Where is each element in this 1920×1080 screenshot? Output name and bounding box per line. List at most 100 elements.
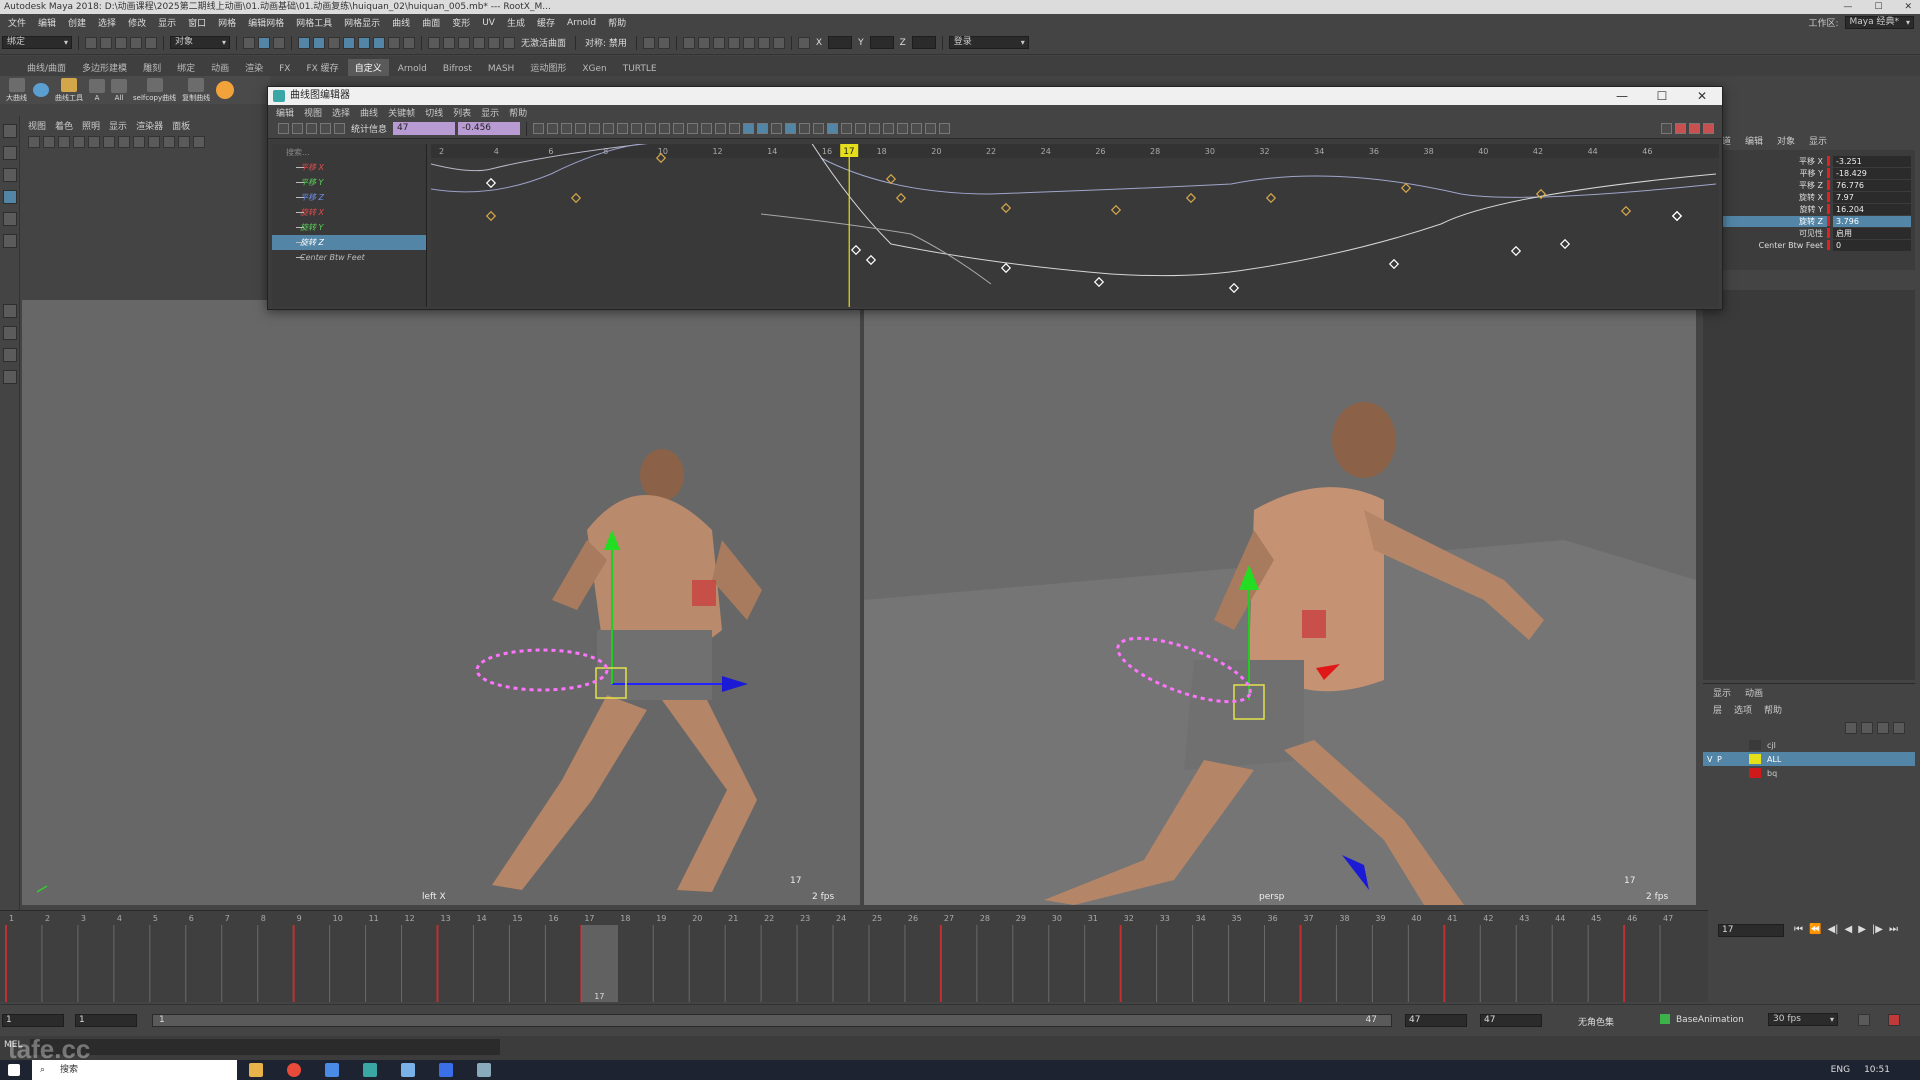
render-settings-icon[interactable] — [727, 36, 740, 49]
rotate-tool-icon[interactable] — [2, 212, 17, 226]
animation-start-field[interactable]: 1 — [2, 1014, 64, 1027]
channel-value-field[interactable]: 16.204 — [1833, 203, 1911, 215]
motion-trail[interactable] — [475, 648, 609, 692]
taskbar-search[interactable]: ⌕ 搜索 — [32, 1060, 237, 1080]
wireframe-icon[interactable] — [103, 136, 115, 148]
menu-surfaces[interactable]: 曲面 — [416, 16, 446, 29]
move-tool-icon[interactable] — [2, 190, 17, 204]
keyframe-marker[interactable] — [1559, 238, 1571, 250]
pre-infinity-icon[interactable] — [813, 123, 825, 134]
object-mode-icon[interactable] — [258, 36, 270, 49]
animation-end-field[interactable]: 47 — [1480, 1014, 1542, 1027]
layer-visibility-toggle[interactable]: V — [1703, 755, 1717, 764]
redo-icon[interactable] — [145, 36, 157, 49]
two-view-icon[interactable] — [2, 348, 17, 362]
ge-menu-view[interactable]: 视图 — [304, 106, 322, 119]
shadows-icon[interactable] — [163, 136, 175, 148]
anim-layer-select[interactable]: BaseAnimation — [1676, 1015, 1744, 1025]
keyframe-marker[interactable] — [485, 210, 497, 222]
normalized-view-icon[interactable] — [1689, 123, 1700, 134]
graph-editor-maximize-button[interactable]: ☐ — [1642, 87, 1682, 105]
maya-taskbar-icon[interactable] — [363, 1063, 377, 1077]
keyframe-marker[interactable] — [1093, 276, 1105, 288]
channel-row[interactable]: 平移 Z 76.776 — [1703, 179, 1915, 191]
channel-row[interactable]: 平移 X -3.251 — [1703, 155, 1915, 167]
range-slider-bar[interactable]: 1 47 — [152, 1014, 1392, 1027]
outliner-channel-row[interactable]: 旋转 Y — [272, 220, 426, 235]
ipr-render-icon[interactable] — [712, 36, 725, 49]
lock-tangent-weight-icon[interactable] — [729, 123, 741, 134]
render-view-icon[interactable] — [682, 36, 695, 49]
snap-view-plane-icon[interactable] — [488, 36, 500, 49]
flat-tangent-icon[interactable] — [645, 123, 657, 134]
outliner-channel-row[interactable]: 平移 Y — [272, 175, 426, 190]
save-scene-icon[interactable] — [115, 36, 127, 49]
command-input[interactable] — [30, 1039, 500, 1055]
make-live-icon[interactable] — [503, 36, 515, 49]
app-icon[interactable] — [439, 1063, 453, 1077]
post-infinity-icon[interactable] — [827, 123, 839, 134]
ge-menu-tangents[interactable]: 切线 — [425, 106, 443, 119]
bookmarks-icon[interactable] — [58, 136, 70, 148]
login-button[interactable]: 登录 — [948, 36, 1029, 49]
shelf-tab-motion-graphics[interactable]: 运动图形 — [523, 59, 573, 76]
keyframe-marker[interactable] — [1000, 262, 1012, 274]
loop-icon[interactable] — [1858, 1014, 1870, 1026]
menu-uv[interactable]: UV — [476, 18, 501, 28]
lock-selection-icon[interactable] — [403, 36, 415, 49]
retime-tool-icon[interactable] — [334, 123, 345, 134]
shelf-tab-bifrost[interactable]: Bifrost — [436, 62, 479, 76]
shelf-tab-custom[interactable]: 自定义 — [347, 59, 389, 76]
chrome-icon[interactable] — [287, 1063, 301, 1077]
character-set-select[interactable]: 无角色集 — [1578, 1015, 1614, 1028]
select-deformations-icon[interactable] — [358, 36, 370, 49]
keyframe-marker[interactable] — [1620, 205, 1632, 217]
play-backward-icon[interactable]: ◀ — [1845, 924, 1853, 935]
paint-select-icon[interactable] — [2, 168, 17, 182]
ghost-curve-icon[interactable] — [939, 123, 951, 134]
shelf-button-selfcopy[interactable]: selfcopy曲线 — [133, 77, 176, 103]
ge-menu-select[interactable]: 选择 — [332, 106, 350, 119]
viewport-right[interactable]: persp 17 2 fps — [864, 300, 1696, 905]
select-joints-icon[interactable] — [313, 36, 325, 49]
menu-mesh-tools[interactable]: 网格工具 — [290, 16, 338, 29]
move-manipulator-x-arrow[interactable] — [722, 676, 748, 692]
shelf-tab-animation[interactable]: 动画 — [204, 59, 236, 76]
center-current-time-icon[interactable] — [575, 123, 587, 134]
x-field[interactable] — [828, 36, 853, 49]
unify-tangents-icon[interactable] — [701, 123, 713, 134]
rig-control-red[interactable] — [1302, 610, 1326, 638]
buffer-curve-icon[interactable] — [897, 123, 909, 134]
break-tangents-icon[interactable] — [687, 123, 699, 134]
keyframe-marker[interactable] — [1388, 258, 1400, 270]
menu-curves[interactable]: 曲线 — [386, 16, 416, 29]
keyframe-marker[interactable] — [1671, 210, 1683, 222]
minimize-button[interactable]: — — [1843, 0, 1852, 14]
select-handles-icon[interactable] — [298, 36, 310, 49]
layer-color-swatch[interactable] — [1749, 768, 1761, 778]
ge-menu-curves[interactable]: 曲线 — [360, 106, 378, 119]
select-curves-icon[interactable] — [328, 36, 340, 49]
layer-row[interactable]: bq — [1703, 766, 1915, 780]
shelf-tab-sculpt[interactable]: 雕刻 — [136, 59, 168, 76]
layer-menu-layers[interactable]: 层 — [1713, 703, 1722, 716]
keyframe-marker[interactable] — [1185, 192, 1197, 204]
undo-icon[interactable] — [130, 36, 142, 49]
outliner-channel-row[interactable]: 平移 Z — [272, 190, 426, 205]
menu-set-select[interactable]: 绑定 — [2, 36, 72, 49]
move-layer-up-icon[interactable] — [1845, 722, 1857, 734]
layer-row[interactable]: cjl — [1703, 738, 1915, 752]
smooth-shade-icon[interactable] — [118, 136, 130, 148]
render-frame-icon[interactable] — [697, 36, 710, 49]
menu-select[interactable]: 选择 — [92, 16, 122, 29]
channel-value-field[interactable]: 3.796 — [1833, 215, 1911, 227]
time-slider[interactable]: 1 2 3 4 5 6 7 8 9 10 11 12 13 14 15 16 17 18 19 20 21 22 23 24 2… — [0, 910, 1708, 1002]
viewport-left[interactable]: left X 17 2 fps — [22, 300, 860, 905]
shelf-button-a[interactable]: A — [89, 78, 105, 102]
playback-start-field[interactable]: 1 — [75, 1014, 137, 1027]
step-tangent-icon[interactable] — [659, 123, 671, 134]
play-forward-icon[interactable]: ▶ — [1858, 924, 1866, 935]
layer-menu-options[interactable]: 选项 — [1734, 703, 1752, 716]
channel-menu-show[interactable]: 显示 — [1809, 134, 1827, 147]
graph-editor-minimize-button[interactable]: — — [1602, 87, 1642, 105]
